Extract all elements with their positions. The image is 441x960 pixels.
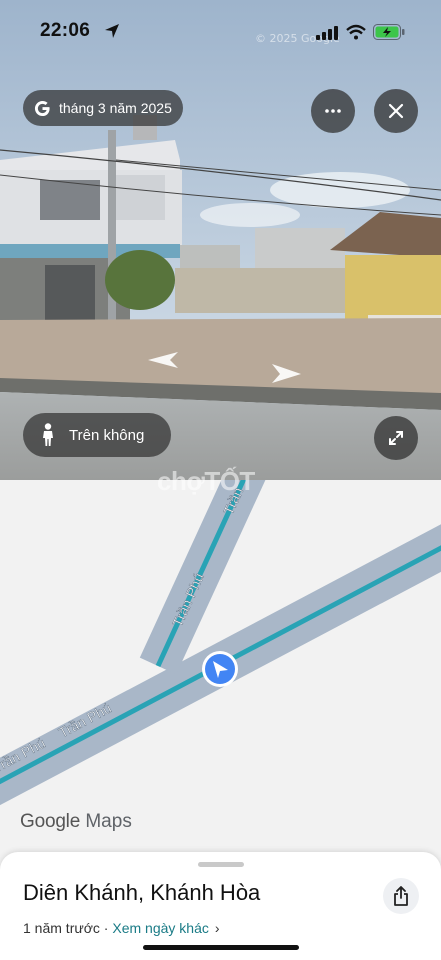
status-bar: 22:06: [0, 0, 441, 64]
expand-icon: [389, 431, 403, 445]
aerial-view-label: Trên không: [69, 426, 145, 444]
status-time: 22:06: [40, 20, 91, 41]
chotot-watermark: chợTỐT: [157, 466, 255, 496]
separator-dot: ·: [99, 920, 113, 936]
street-view-panorama[interactable]: © 2025 Google: [0, 0, 441, 480]
person-icon: [43, 423, 53, 446]
expand-button[interactable]: [374, 416, 418, 460]
capture-meta-line: 1 năm trước · Xem ngày khác ›: [23, 920, 220, 936]
place-bottom-sheet[interactable]: Diên Khánh, Khánh Hòa 1 năm trước · Xem …: [0, 852, 441, 960]
maps-logo-text: Maps: [85, 811, 132, 832]
share-icon: [394, 886, 408, 906]
google-maps-logo: Google Maps: [20, 811, 132, 833]
capture-date-chip[interactable]: tháng 3 năm 2025: [23, 90, 183, 126]
google-logo-text: Google: [20, 811, 81, 832]
sheet-drag-handle[interactable]: [198, 862, 244, 867]
nav-arrow-right-icon[interactable]: [270, 362, 302, 384]
map-view[interactable]: Trần Phú Trần Phú Trần Trần Phú: [0, 480, 441, 860]
cellular-signal-icon: [316, 26, 338, 40]
google-g-icon: [34, 100, 50, 116]
aerial-view-button[interactable]: Trên không: [23, 413, 171, 457]
more-button[interactable]: [311, 89, 355, 133]
time-ago-label: 1 năm trước: [23, 920, 100, 936]
current-location-marker[interactable]: [202, 651, 238, 687]
place-title: Diên Khánh, Khánh Hòa: [23, 880, 261, 905]
wifi-icon: [346, 24, 366, 40]
home-indicator[interactable]: [143, 945, 299, 950]
chevron-right-icon[interactable]: ›: [215, 920, 220, 936]
share-button[interactable]: [383, 878, 419, 914]
capture-date-label: tháng 3 năm 2025: [59, 100, 172, 116]
location-arrow-icon: [105, 24, 119, 38]
other-dates-link[interactable]: Xem ngày khác: [112, 920, 209, 936]
close-icon: [388, 103, 404, 119]
more-icon: [325, 109, 341, 113]
battery-icon: [373, 24, 405, 40]
nav-arrow-left-icon[interactable]: [148, 350, 180, 370]
close-button[interactable]: [374, 89, 418, 133]
